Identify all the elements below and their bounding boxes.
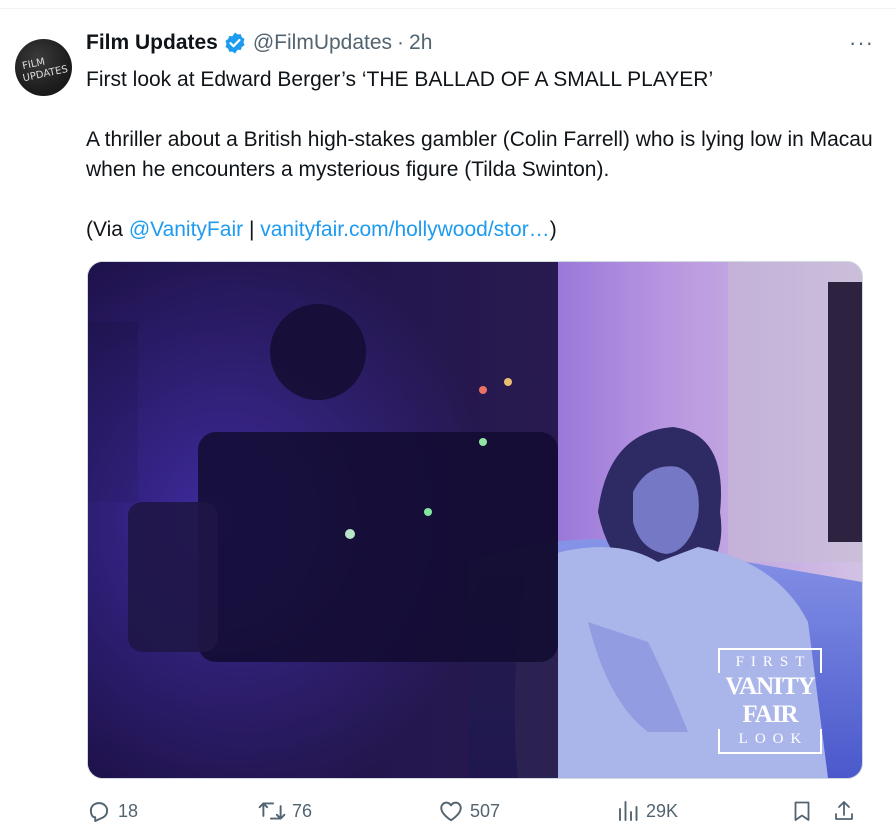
avatar-logo: FILM UPDATES [21,57,69,85]
views-button[interactable]: 29K [616,793,678,829]
vanity-fair-badge: FIRST VANITY FAIR LOOK [718,648,822,754]
badge-top-text: FIRST [718,648,822,673]
tweet-text: First look at Edward Berger’s ‘THE BALLA… [86,65,876,245]
bookmark-button[interactable] [790,793,820,829]
tweet[interactable]: FILM UPDATES Film Updates @FilmUpdates ·… [0,9,896,832]
tweet-line-2: A thriller about a British high-stakes g… [86,128,873,181]
like-count: 507 [470,800,501,821]
reply-count: 18 [118,800,139,821]
author-handle[interactable]: @FilmUpdates [253,31,392,55]
tweet-line-1: First look at Edward Berger’s ‘THE BALLA… [86,68,714,91]
repost-count: 76 [292,800,313,821]
share-button[interactable] [832,793,862,829]
action-bar: 18 76 507 29K [86,793,866,829]
via-separator: | [243,218,261,241]
mention-link[interactable]: @VanityFair [129,218,243,241]
tweet-via-line: (Via @VanityFair | vanityfair.com/hollyw… [86,215,876,245]
bookmark-icon [794,801,810,821]
author-name[interactable]: Film Updates [86,31,218,55]
reply-button[interactable]: 18 [86,793,138,829]
tweet-photo[interactable]: FIRST VANITY FAIR LOOK [87,261,863,779]
share-icon [835,801,853,820]
view-count: 29K [646,800,679,821]
like-icon [440,801,462,822]
verified-badge-icon[interactable] [223,31,247,55]
repost-icon [258,802,286,820]
badge-bottom-text: LOOK [718,729,822,754]
tweet-header: Film Updates @FilmUpdates · 2h [86,29,432,57]
avatar[interactable]: FILM UPDATES [15,39,72,96]
timestamp[interactable]: 2h [409,31,432,55]
like-button[interactable]: 507 [438,793,500,829]
more-icon[interactable]: ··· [849,32,874,54]
via-prefix: (Via [86,218,129,241]
article-link[interactable]: vanityfair.com/hollywood/stor… [260,218,549,241]
via-suffix: ) [549,218,557,241]
repost-button[interactable]: 76 [258,793,312,829]
reply-icon [89,802,109,822]
badge-main-text: VANITY FAIR [725,673,815,728]
views-icon [619,801,638,821]
separator-dot: · [397,31,405,54]
